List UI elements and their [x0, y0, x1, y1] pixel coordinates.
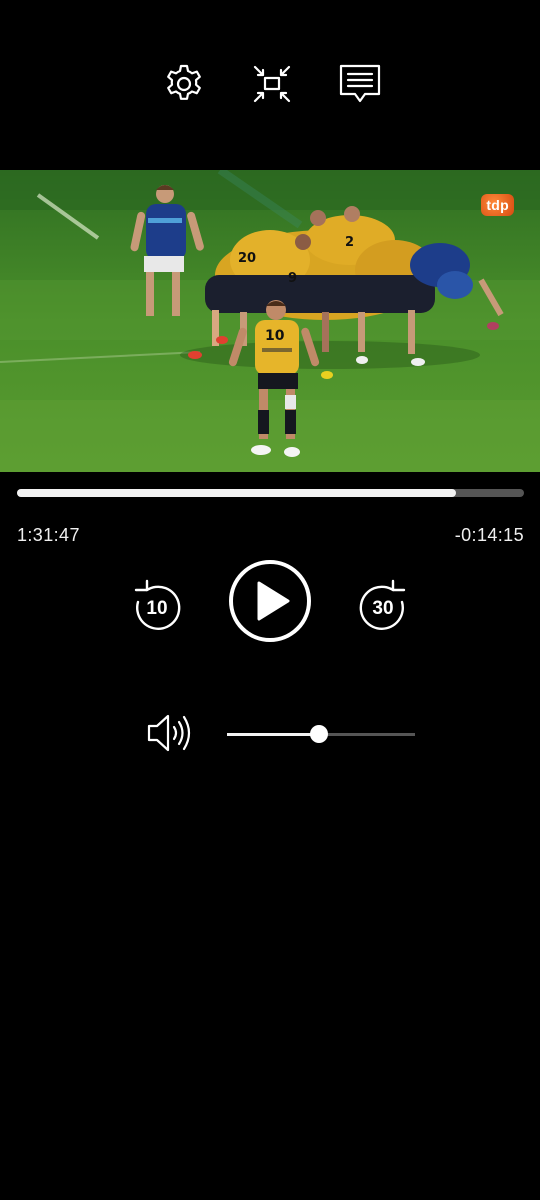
captions-button[interactable] — [336, 60, 384, 108]
svg-text:20: 20 — [238, 251, 256, 266]
volume-slider-thumb[interactable] — [310, 725, 329, 743]
play-icon — [229, 560, 311, 642]
forward-button[interactable]: 30 — [356, 578, 410, 634]
elapsed-time: 1:31:47 — [17, 525, 80, 545]
seek-bar-played — [17, 489, 457, 497]
broadcaster-logo: tdp — [481, 194, 514, 216]
seek-bar[interactable] — [17, 489, 524, 497]
rewind-seconds-label: 10 — [146, 598, 168, 619]
exit-fullscreen-icon — [253, 65, 291, 103]
gear-icon — [167, 64, 201, 100]
settings-button[interactable] — [160, 60, 208, 108]
svg-text:9: 9 — [288, 271, 297, 286]
subtitles-icon — [339, 64, 381, 103]
mute-button[interactable] — [144, 710, 194, 756]
top-toolbar — [0, 60, 540, 110]
rugby-scrum-scene: 20 2 9 10 — [0, 170, 540, 472]
svg-text:10: 10 — [265, 328, 285, 344]
fullscreen-toggle-button[interactable] — [248, 60, 296, 108]
rewind-button[interactable]: 10 — [130, 578, 184, 634]
remaining-time: -0:14:15 — [454, 525, 524, 545]
forward-seconds-label: 30 — [372, 598, 394, 619]
volume-slider-level — [227, 733, 320, 736]
speaker-icon — [147, 714, 191, 752]
svg-text:2: 2 — [345, 235, 354, 250]
play-button[interactable] — [228, 559, 312, 643]
video-frame[interactable]: 20 2 9 10 tdp — [0, 170, 540, 472]
volume-slider[interactable] — [227, 725, 415, 743]
